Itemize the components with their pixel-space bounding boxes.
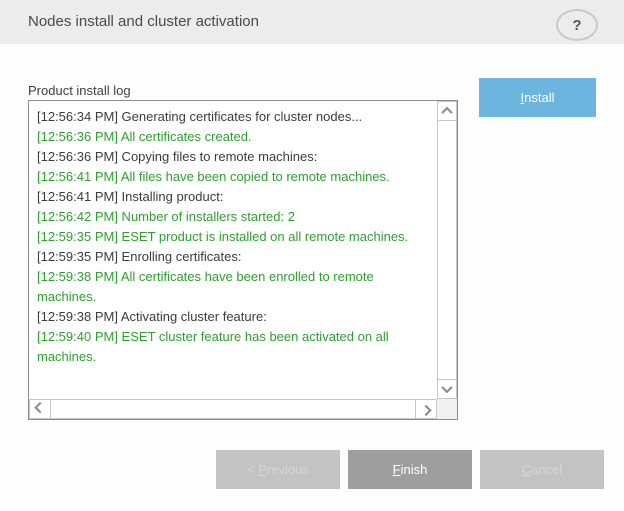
scroll-down-button[interactable] <box>437 379 457 399</box>
previous-button[interactable]: < Previous <box>216 450 340 489</box>
scroll-left-button[interactable] <box>29 399 51 419</box>
help-button[interactable]: ? <box>556 9 598 41</box>
product-install-log: [12:56:34 PM] Generating certificates fo… <box>28 100 458 420</box>
log-line: [12:56:34 PM] Generating certificates fo… <box>37 107 433 127</box>
chevron-left-icon <box>34 402 45 413</box>
log-label: Product install log <box>28 83 131 98</box>
dialog-header: Nodes install and cluster activation ? <box>0 0 624 44</box>
cancel-button[interactable]: Cancel <box>480 450 604 489</box>
chevron-up-icon <box>441 107 452 118</box>
install-button[interactable]: Install <box>479 78 596 117</box>
wizard-dialog: Nodes install and cluster activation ? P… <box>0 0 624 511</box>
log-line: [12:56:36 PM] Copying files to remote ma… <box>37 147 433 167</box>
log-line: [12:56:41 PM] Installing product: <box>37 187 433 207</box>
scroll-up-button[interactable] <box>437 101 457 121</box>
question-mark-icon: ? <box>572 17 581 34</box>
finish-button[interactable]: Finish <box>348 450 472 489</box>
horizontal-scrollbar-thumb[interactable] <box>50 399 416 419</box>
log-line: [12:59:38 PM] All certificates have been… <box>37 267 433 307</box>
page-title: Nodes install and cluster activation <box>28 0 259 44</box>
log-line: [12:56:36 PM] All certificates created. <box>37 127 433 147</box>
chevron-right-icon <box>420 405 431 416</box>
chevron-down-icon <box>441 382 452 393</box>
scroll-right-button[interactable] <box>415 399 437 419</box>
vertical-scrollbar-thumb[interactable] <box>437 120 457 380</box>
scrollbar-corner <box>437 399 457 419</box>
log-line: [12:56:42 PM] Number of installers start… <box>37 207 433 227</box>
log-line: [12:59:38 PM] Activating cluster feature… <box>37 307 433 327</box>
log-line: [12:59:35 PM] ESET product is installed … <box>37 227 433 247</box>
log-line: [12:59:35 PM] Enrolling certificates: <box>37 247 433 267</box>
log-line: [12:56:41 PM] All files have been copied… <box>37 167 433 187</box>
vertical-scrollbar[interactable] <box>437 101 457 399</box>
log-line: [12:59:40 PM] ESET cluster feature has b… <box>37 327 433 367</box>
horizontal-scrollbar[interactable] <box>29 399 437 419</box>
log-lines[interactable]: [12:56:34 PM] Generating certificates fo… <box>29 101 437 399</box>
